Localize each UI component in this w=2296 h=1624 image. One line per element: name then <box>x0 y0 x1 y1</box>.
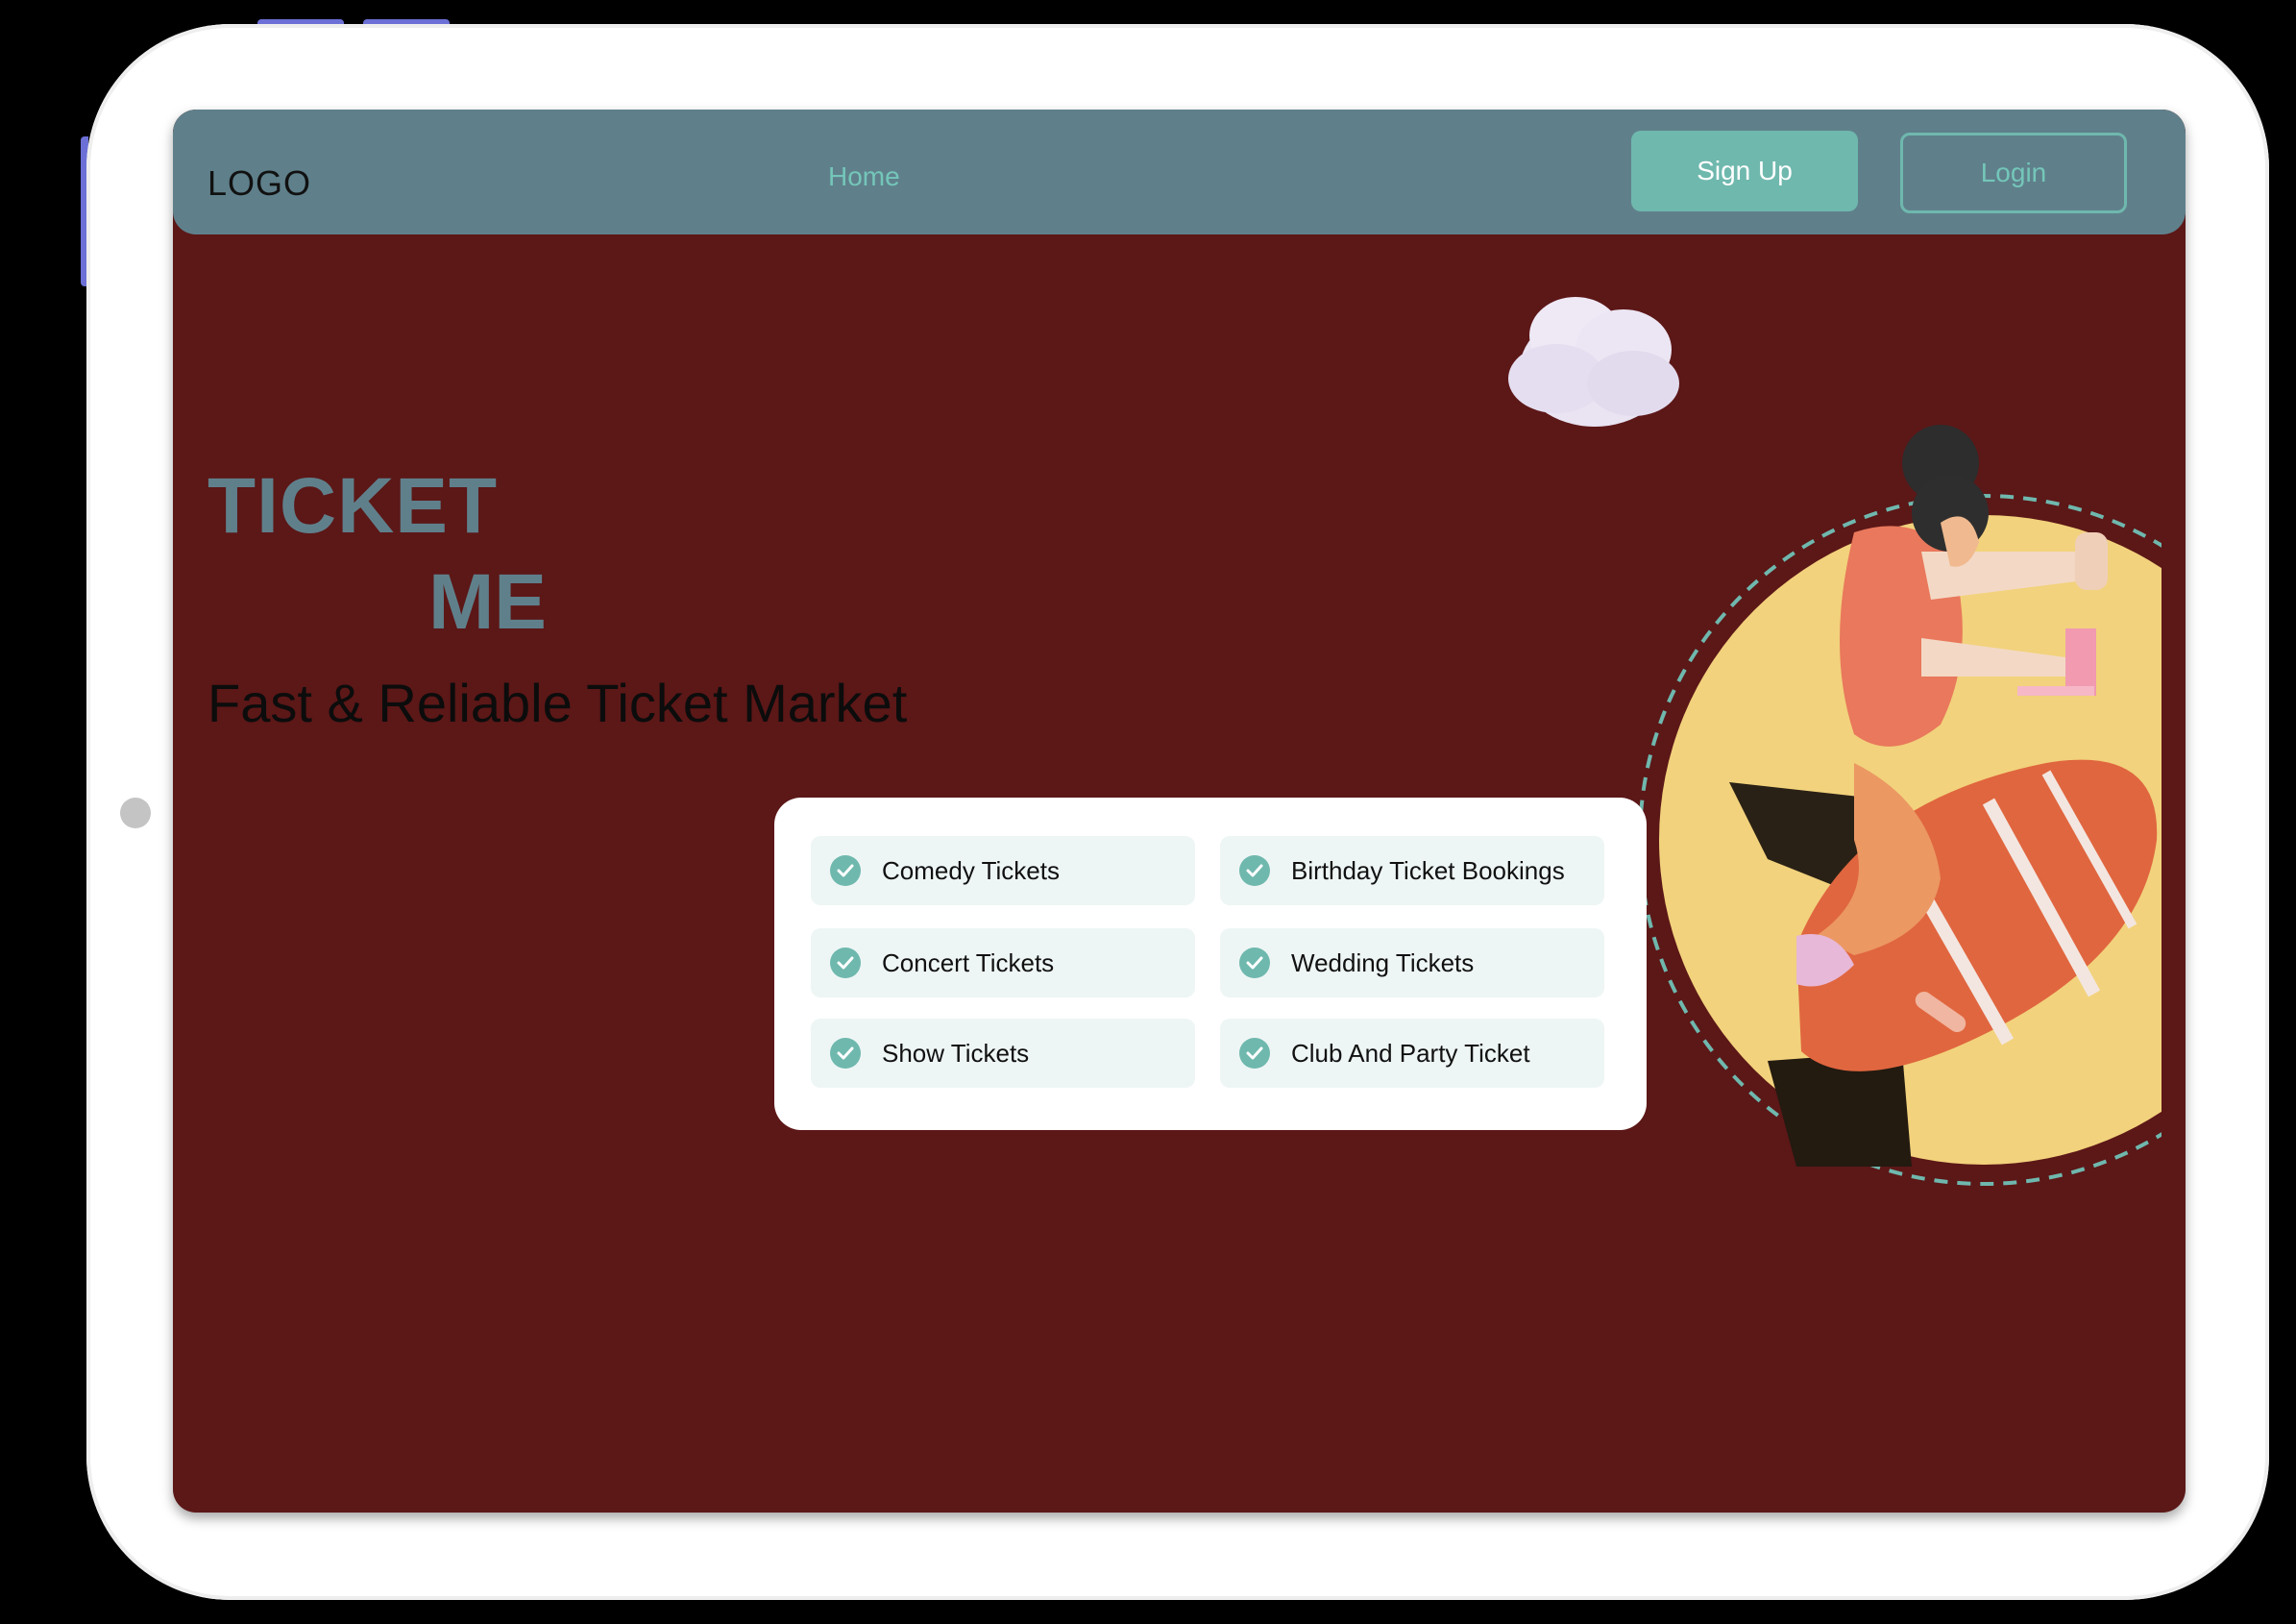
nav-link-home[interactable]: Home <box>828 161 900 192</box>
navbar: LOGO Home Sign Up Login <box>173 110 2186 234</box>
check-circle-icon <box>1239 1038 1270 1069</box>
hero-title-line1: TICKET <box>208 462 499 550</box>
category-chip-concert[interactable]: Concert Tickets <box>811 928 1195 997</box>
check-circle-icon <box>830 947 861 978</box>
check-circle-icon <box>1239 947 1270 978</box>
cloud-icon <box>1508 297 1679 427</box>
category-label: Birthday Ticket Bookings <box>1291 856 1565 885</box>
category-label: Comedy Tickets <box>882 856 1060 885</box>
category-chip-wedding[interactable]: Wedding Tickets <box>1220 928 1604 997</box>
check-circle-icon <box>830 855 861 886</box>
category-chip-birthday[interactable]: Birthday Ticket Bookings <box>1220 836 1604 905</box>
categories-card: Comedy Tickets Birthday Ticket Bookings … <box>774 798 1647 1130</box>
check-circle-icon <box>830 1038 861 1069</box>
category-chip-comedy[interactable]: Comedy Tickets <box>811 836 1195 905</box>
hero-subtitle: Fast & Reliable Ticket Market <box>208 673 908 733</box>
category-label: Wedding Tickets <box>1291 948 1475 977</box>
camera-dot <box>120 798 151 828</box>
login-button[interactable]: Login <box>1900 133 2127 213</box>
category-label: Concert Tickets <box>882 948 1055 977</box>
check-circle-icon <box>1239 855 1270 886</box>
category-chip-show[interactable]: Show Tickets <box>811 1019 1195 1088</box>
logo[interactable]: LOGO <box>208 163 311 204</box>
screen: LOGO Home Sign Up Login TICKET ME Fast &… <box>173 110 2186 1513</box>
hero-title-line2: ME <box>428 558 547 646</box>
category-label: Club And Party Ticket <box>1291 1039 1530 1068</box>
signup-button[interactable]: Sign Up <box>1631 131 1858 211</box>
category-label: Show Tickets <box>882 1039 1030 1068</box>
category-chip-club-party[interactable]: Club And Party Ticket <box>1220 1019 1604 1088</box>
